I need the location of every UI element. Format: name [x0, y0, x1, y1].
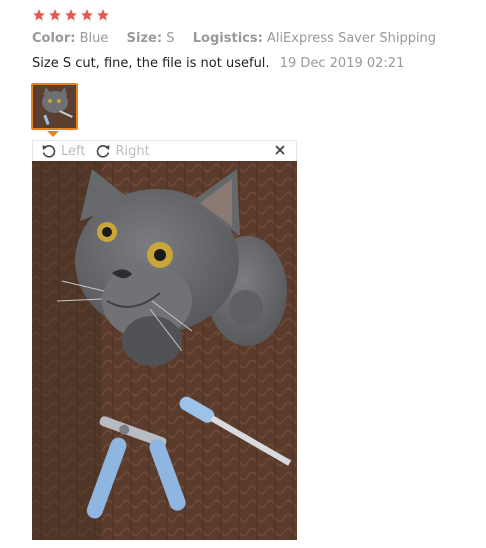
logistics-label: Logistics: — [192, 31, 263, 46]
order-attributes: Color: Blue Size: S Logistics: AliExpres… — [32, 31, 436, 46]
star-icon — [33, 9, 45, 21]
review-photo-thumbnail[interactable] — [31, 83, 78, 130]
rotate-right-icon — [97, 145, 110, 158]
cat-thumbnail-icon — [33, 85, 76, 128]
rotate-right-label: Right — [115, 143, 150, 159]
review-date: 19 Dec 2019 02:21 — [279, 56, 405, 71]
review-content: Size S cut, fine, the file is not useful… — [32, 56, 404, 71]
rotate-left-button[interactable]: Left — [41, 143, 85, 159]
review-text: Size S cut, fine, the file is not useful… — [32, 56, 270, 71]
size-value: S — [166, 31, 175, 46]
rotate-left-label: Left — [61, 143, 86, 159]
viewer-toolbar: Left Right — [32, 140, 297, 162]
star-icon — [65, 9, 77, 21]
star-icon — [81, 9, 93, 21]
color-label: Color: — [32, 31, 76, 46]
cat-photo-icon — [32, 161, 297, 540]
star-icon — [49, 9, 61, 21]
color-value: Blue — [79, 31, 109, 46]
logistics-value: AliExpress Saver Shipping — [266, 31, 437, 46]
photo-viewer: Left Right — [32, 140, 297, 540]
review-photo — [32, 161, 297, 540]
rotate-left-icon — [42, 145, 56, 158]
size-label: Size: — [126, 31, 163, 46]
rotate-right-button[interactable]: Right — [95, 143, 150, 159]
close-icon[interactable] — [272, 142, 288, 158]
thumbnail-selected-caret — [47, 131, 59, 137]
star-icon — [97, 9, 109, 21]
star-rating — [32, 8, 110, 24]
